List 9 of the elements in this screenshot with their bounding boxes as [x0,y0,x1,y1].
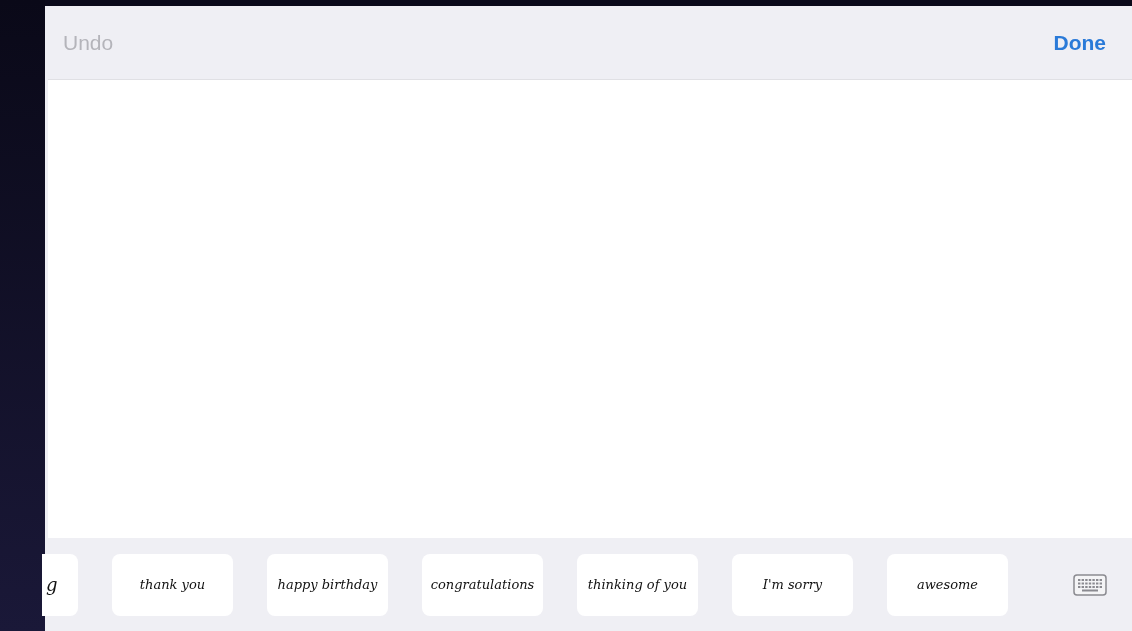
handwriting-suggestion[interactable]: g [42,553,78,616]
handwriting-suggestion[interactable]: awesome [887,553,1008,616]
done-button[interactable]: Done [1047,26,1112,59]
handwriting-suggestion[interactable]: thinking of you [577,553,698,616]
keyboard-icon[interactable] [1073,573,1107,596]
handwriting-suggestion[interactable]: I'm sorry [732,553,853,616]
handwriting-suggestion[interactable]: thank you [112,553,233,616]
handwriting-suggestion[interactable]: happy birthday [267,553,388,616]
handwriting-suggestion[interactable]: congratulations [422,553,543,616]
